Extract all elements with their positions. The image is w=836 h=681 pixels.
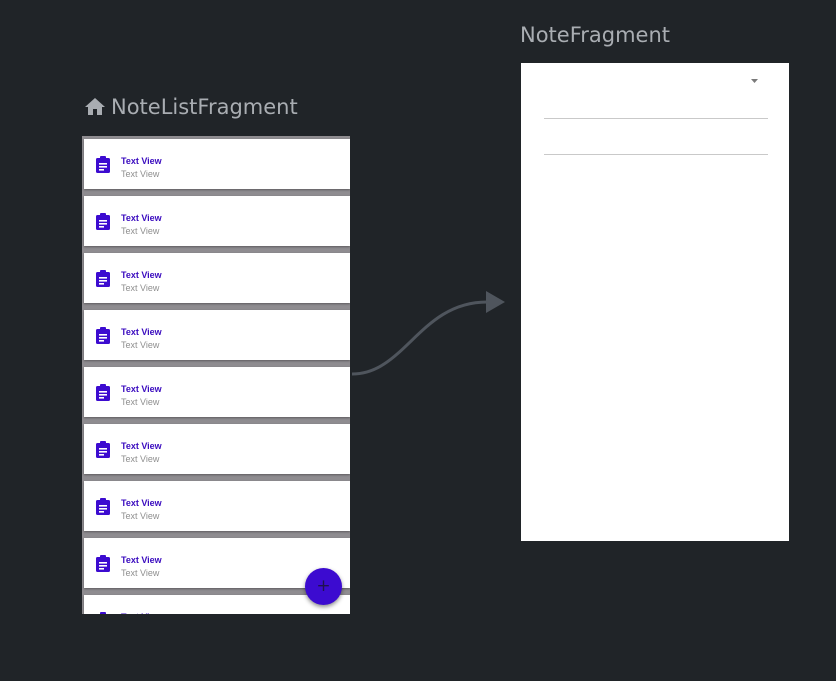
note-list-fragment-label[interactable]: NoteListFragment [82,95,298,119]
item-subtitle: Text View [121,454,160,464]
clipboard-icon [96,270,110,287]
item-subtitle: Text View [121,169,160,179]
list-item[interactable]: Text View Text View [84,310,350,360]
item-title: Text View [121,213,162,223]
list-item[interactable]: Text View Text View [84,253,350,303]
item-title: Text View [121,441,162,451]
item-title: Text View [121,384,162,394]
item-subtitle: Text View [121,340,160,350]
list-item[interactable]: Text View Text View [84,196,350,246]
note-list-fragment-title: NoteListFragment [111,95,298,119]
item-subtitle: Text View [121,568,160,578]
note-title-field[interactable] [544,118,768,119]
home-icon [85,98,105,115]
item-subtitle: Text View [121,283,160,293]
list-item[interactable]: Text View Text View [84,481,350,531]
list-item[interactable]: Text View Text View [84,139,350,189]
list-item[interactable]: Text View Text View [84,424,350,474]
item-subtitle: Text View [121,397,160,407]
clipboard-icon [96,327,110,344]
note-fragment-label[interactable]: NoteFragment [520,23,670,47]
item-title: Text View [121,327,162,337]
item-title: Text View [121,156,162,166]
note-list: Text View Text View Text View Text View … [82,136,350,614]
note-text-field[interactable] [544,154,768,155]
clipboard-icon [96,156,110,173]
item-subtitle: Text View [121,511,160,521]
item-title: Text View [121,555,162,565]
item-title: Text View [121,498,162,508]
note-fragment-preview[interactable] [521,63,789,541]
note-fragment-title: NoteFragment [520,23,671,47]
item-subtitle: Text View [121,226,160,236]
clipboard-icon [96,213,110,230]
item-title: Text View [121,612,162,614]
clipboard-icon [96,384,110,401]
dropdown-arrow-icon[interactable] [751,79,758,83]
clipboard-icon [96,555,110,572]
list-item[interactable]: Text View Text View [84,367,350,417]
note-list-fragment-preview[interactable]: Text View Text View Text View Text View … [82,136,350,614]
add-note-fab[interactable]: + [305,568,342,605]
navigation-graph-canvas[interactable]: NoteListFragment NoteFragment Text View … [0,0,836,681]
item-title: Text View [121,270,162,280]
plus-icon: + [316,576,331,596]
clipboard-icon [96,441,110,458]
clipboard-icon [96,498,110,515]
clipboard-icon [100,612,106,614]
